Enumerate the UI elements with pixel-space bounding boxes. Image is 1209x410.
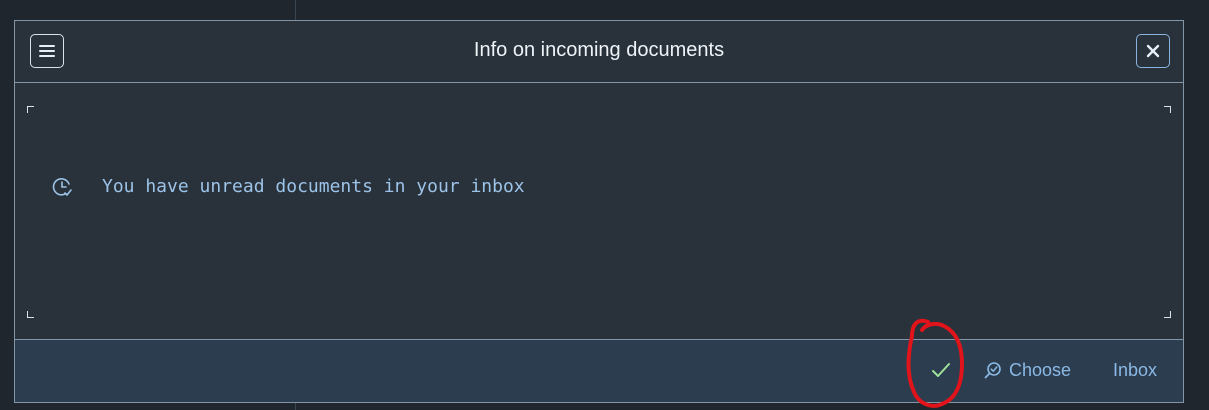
choose-button[interactable]: Choose <box>983 358 1071 382</box>
inbox-button[interactable]: Inbox <box>1113 360 1157 381</box>
dialog-footer: Choose Inbox <box>15 339 1183 402</box>
dialog-content: You have unread documents in your inbox <box>15 83 1183 340</box>
close-button[interactable] <box>1136 34 1170 68</box>
zoom-check-icon <box>984 362 1001 379</box>
ok-button[interactable] <box>928 356 954 384</box>
corner-mark-bottom-left <box>27 311 34 318</box>
corner-mark-top-left <box>27 106 34 113</box>
info-dialog: Info on incoming documents You have unre… <box>14 20 1184 403</box>
clock-check-icon <box>52 178 72 196</box>
message-text: You have unread documents in your inbox <box>102 176 525 197</box>
close-icon <box>1146 44 1160 58</box>
corner-mark-bottom-right <box>1164 311 1171 318</box>
checkmark-icon <box>932 363 950 377</box>
dialog-title: Info on incoming documents <box>473 39 725 61</box>
corner-mark-top-right <box>1164 106 1171 113</box>
dialog-titlebar: Info on incoming documents <box>15 21 1183 83</box>
choose-label: Choose <box>1009 359 1072 380</box>
